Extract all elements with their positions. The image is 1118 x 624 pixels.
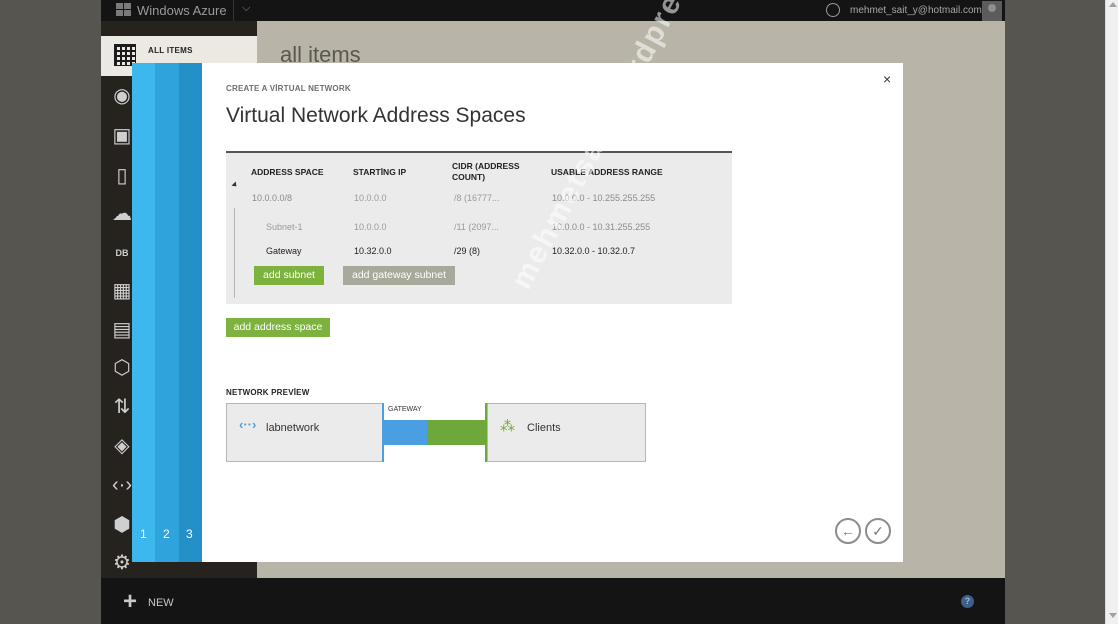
add-ons-icon[interactable]: ⬢: [110, 513, 134, 537]
collapse-arrow-icon[interactable]: [231, 181, 239, 189]
cidr-cell[interactable]: /8 (16777...: [454, 193, 500, 203]
clients-icon: ⁂: [500, 418, 515, 435]
step-2-column[interactable]: [155, 63, 179, 562]
back-arrow-icon[interactable]: ←: [835, 518, 861, 544]
address-space-cell[interactable]: 10.0.0.0/8: [252, 193, 292, 203]
close-icon[interactable]: ×: [883, 71, 891, 87]
avatar[interactable]: [982, 1, 1002, 21]
gateway-label: GATEWAY: [388, 406, 422, 413]
column-header-starting-ip: STARTİNG IP: [353, 167, 407, 177]
network-card: ‹··› labnetwork: [226, 403, 384, 462]
account-email[interactable]: mehmet_sait_y@hotmail.com: [850, 5, 982, 16]
gateway-green-step: [427, 431, 437, 445]
divider: [233, 0, 234, 21]
subnet-usable-range-cell: 10.0.0.0 - 10.31.255.255: [552, 222, 651, 232]
windows-logo-icon: [116, 3, 132, 17]
chevron-down-icon[interactable]: ⌵: [242, 2, 250, 15]
gateway-starting-ip-cell: 10.32.0.0: [354, 246, 392, 256]
mobile-services-icon[interactable]: ▯: [110, 164, 134, 188]
hdinsight-icon[interactable]: ▤: [110, 318, 134, 342]
usable-range-cell: 10.0.0.0 - 10.255.255.255: [552, 193, 655, 203]
sidebar-item-label: ALL ITEMS: [148, 46, 193, 55]
step-2-number[interactable]: 2: [163, 527, 170, 541]
service-bus-icon[interactable]: ⇅: [110, 395, 134, 419]
gateway-usable-range-cell: 10.32.0.0 - 10.32.0.7: [552, 246, 636, 256]
websites-icon[interactable]: ◉: [110, 84, 134, 108]
new-button[interactable]: NEW: [148, 597, 174, 609]
settings-gear-icon[interactable]: ⚙: [110, 551, 134, 575]
wizard-eyebrow: CREATE A VİRTUAL NETWORK: [226, 84, 351, 93]
subnet-cidr-cell[interactable]: /11 (2097...: [454, 222, 499, 232]
wizard-title: Virtual Network Address Spaces: [226, 104, 526, 127]
clients-label: Clients: [527, 422, 561, 434]
add-address-space-button[interactable]: add address space: [226, 318, 330, 337]
wizard-steps: 1 2 3: [132, 63, 202, 562]
gateway-subnet-name-cell: Gateway: [266, 246, 302, 256]
virtual-network-icon: ‹··›: [239, 417, 257, 432]
top-bar: Windows Azure ⌵ mehmet_sait_y@hotmail.co…: [101, 0, 1005, 21]
subnet-starting-ip-cell[interactable]: 10.0.0.0: [354, 222, 387, 232]
media-services-icon[interactable]: ⬡: [110, 356, 134, 380]
tree-connector: [234, 208, 235, 298]
starting-ip-cell[interactable]: 10.0.0.0: [354, 193, 387, 203]
add-subnet-button[interactable]: add subnet: [254, 266, 324, 285]
step-1-column[interactable]: [132, 63, 155, 562]
command-bar: + NEW ?: [101, 578, 1005, 624]
column-header-usable-range: USABLE ADDRESS RANGE: [551, 167, 663, 177]
visual-studio-online-icon[interactable]: ◈: [110, 434, 134, 458]
column-header-cidr: CIDR (ADDRESS COUNT): [452, 161, 520, 183]
scroll-up-icon[interactable]: [1109, 2, 1117, 7]
left-gutter: [0, 0, 101, 624]
column-header-cidr-line1: CIDR (ADDRESS: [452, 161, 520, 171]
clients-card: ⁂ Clients: [487, 403, 646, 462]
step-3-number[interactable]: 3: [186, 527, 193, 541]
storage-icon[interactable]: ▦: [110, 279, 134, 303]
step-3-column[interactable]: [179, 63, 202, 562]
virtual-machines-icon[interactable]: ▣: [110, 124, 134, 148]
gateway-connector: GATEWAY: [382, 403, 487, 462]
network-preview-label: NETWORK PREVİEW: [226, 388, 310, 397]
gateway-green-top: [427, 420, 487, 431]
address-space-table: ADDRESS SPACE STARTİNG IP CIDR (ADDRESS …: [226, 151, 732, 304]
sql-databases-icon[interactable]: DB: [110, 241, 134, 265]
gateway-blue-segment: [384, 420, 427, 445]
subnet-name-cell[interactable]: Subnet-1: [266, 222, 303, 232]
plus-icon[interactable]: +: [123, 590, 137, 614]
cloud-services-icon[interactable]: ☁: [110, 202, 134, 226]
finish-check-icon[interactable]: ✓: [865, 518, 891, 544]
help-icon[interactable]: ?: [961, 595, 974, 608]
step-1-number[interactable]: 1: [140, 527, 147, 541]
scrollbar[interactable]: [1105, 0, 1118, 624]
network-name: labnetwork: [266, 422, 320, 434]
brand-name[interactable]: Windows Azure: [137, 3, 227, 18]
networks-icon[interactable]: ‹·›: [110, 473, 134, 497]
right-gutter: [1005, 0, 1105, 624]
gateway-cidr-cell: /29 (8): [454, 246, 481, 256]
column-header-address-space: ADDRESS SPACE: [251, 167, 324, 177]
scroll-down-icon[interactable]: [1109, 613, 1117, 618]
globe-icon[interactable]: [826, 3, 840, 17]
add-gateway-subnet-button[interactable]: add gateway subnet: [343, 266, 455, 285]
create-virtual-network-dialog: 1 2 3 CREATE A VİRTUAL NETWORK Virtual N…: [132, 63, 903, 562]
usable-range-text: 10.0.0.0 - 10.255.255.255: [552, 193, 656, 203]
gateway-green-bottom: [437, 431, 487, 445]
column-header-cidr-line2: COUNT): [452, 172, 486, 182]
